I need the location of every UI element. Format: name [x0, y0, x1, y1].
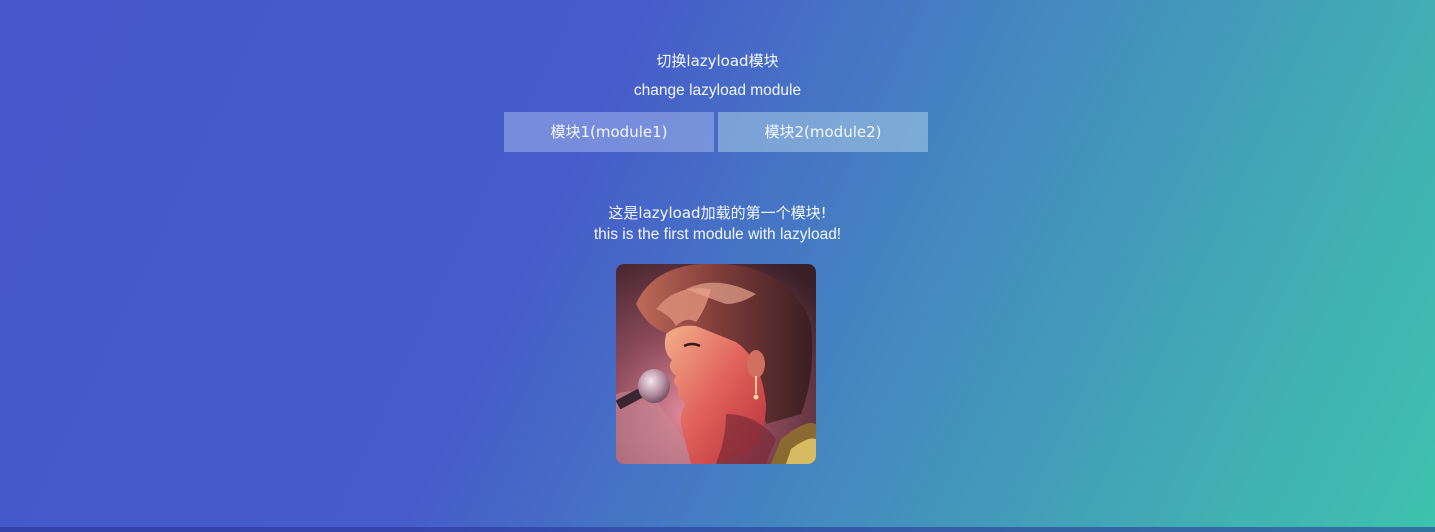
singer-portrait-image — [616, 264, 816, 464]
bottom-bar — [0, 527, 1435, 532]
module-switcher: 模块1(module1) 模块2(module2) — [504, 112, 928, 152]
page-title-cn: 切换lazyload模块 — [656, 52, 779, 70]
module-text-en: this is the first module with lazyload! — [593, 226, 842, 243]
module2-button[interactable]: 模块2(module2) — [718, 112, 928, 152]
app-page: { "header": { "title_cn": "切换lazyload模块"… — [0, 0, 1435, 532]
header: 切换lazyload模块 change lazyload module — [0, 48, 1435, 104]
page-title-en: change lazyload module — [633, 82, 802, 99]
singer-portrait-illustration — [616, 264, 816, 464]
module-text-cn: 这是lazyload加载的第一个模块! — [608, 204, 827, 222]
module1-button[interactable]: 模块1(module1) — [504, 112, 714, 152]
lazy-module-content: 这是lazyload加载的第一个模块! this is the first mo… — [0, 202, 1435, 246]
